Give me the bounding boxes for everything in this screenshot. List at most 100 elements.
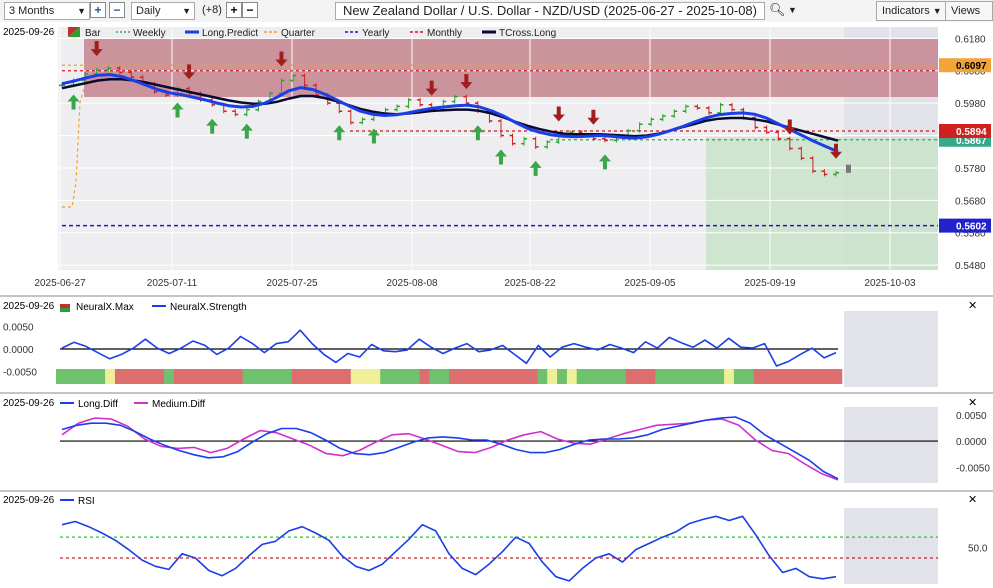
neural-max-bar — [232, 369, 243, 384]
chart-canvas[interactable]: 0.61800.60800.59800.58800.57800.56800.55… — [0, 22, 993, 588]
y-tick-label: 0.0000 — [956, 437, 987, 448]
neural-max-bar — [65, 369, 76, 384]
legend-label: Quarter — [281, 28, 316, 39]
x-tick-label: 2025-09-19 — [744, 278, 796, 289]
x-tick-label: 2025-08-08 — [386, 278, 438, 289]
y-tick-label: 0.5680 — [955, 196, 986, 207]
neural-max-bar — [684, 369, 695, 384]
zoom-in-button[interactable]: + — [90, 2, 106, 18]
neural-max-bar — [399, 369, 410, 384]
y-tick-label: 0.5780 — [955, 164, 986, 175]
neural-max-bar — [527, 369, 538, 384]
chevron-down-icon[interactable]: ▼ — [788, 5, 797, 15]
neural-max-bar — [596, 369, 607, 384]
neural-max-bar — [439, 369, 450, 384]
views-button[interactable]: Views ▼ — [945, 1, 993, 34]
neural-max-bar — [704, 369, 715, 384]
interval-label: Daily — [136, 5, 161, 17]
neural-max-bar — [616, 369, 627, 384]
neural-max-bar — [370, 369, 381, 384]
range-label: 3 Months — [9, 5, 55, 17]
quarter-price-label: 0.6097 — [956, 61, 987, 72]
neural-max-bar — [665, 369, 676, 384]
neural-max-bar — [291, 369, 302, 384]
legend-label: Weekly — [133, 28, 166, 39]
close-icon[interactable]: ✕ — [968, 300, 977, 312]
chevron-down-icon: ▼ — [77, 6, 86, 16]
neural-max-bar — [783, 369, 794, 384]
neural-max-bar — [792, 369, 803, 384]
y-tick-label: 0.5480 — [955, 261, 986, 272]
close-icon[interactable]: ✕ — [968, 397, 977, 409]
neural-max-bar — [449, 369, 460, 384]
neural-max-bar — [724, 369, 735, 384]
neural-max-bar — [802, 369, 813, 384]
search-icon[interactable]: 🔍︎ — [769, 2, 786, 18]
neural-max-bar — [488, 369, 499, 384]
offset-minus-button[interactable]: − — [242, 2, 258, 18]
neural-max-bar — [380, 369, 391, 384]
neural-max-bar — [311, 369, 322, 384]
chevron-down-icon: ▼ — [182, 6, 191, 16]
legend-label: Yearly — [362, 28, 389, 39]
neural-max-bar — [429, 369, 440, 384]
price-pane[interactable]: 0.61800.60800.59800.58800.57800.56800.55… — [3, 27, 991, 289]
neural-max-bar — [272, 369, 283, 384]
neural-max-bar — [419, 369, 430, 384]
neural-max-bar — [173, 369, 185, 384]
forecast-bar — [846, 164, 851, 173]
neural-max-bar — [281, 369, 293, 384]
legend-label: Bar — [85, 28, 101, 39]
neural-max-bar — [714, 369, 725, 384]
neural-max-bar — [409, 369, 420, 384]
offset-label: (+8) — [202, 4, 222, 16]
neural-max-bar — [360, 369, 371, 384]
legend-label: Long.Predict — [202, 28, 258, 39]
y-tick-label: 0.0050 — [3, 323, 34, 334]
neural-max-bar — [822, 369, 833, 384]
neural-max-bar — [331, 369, 342, 384]
neural-max-bar — [812, 369, 823, 384]
x-tick-label: 2025-06-27 — [34, 278, 86, 289]
neural-max-bar — [390, 369, 401, 384]
legend-label: RSI — [78, 496, 95, 507]
neural-max-bar — [193, 369, 204, 384]
legend-label: Medium.Diff — [152, 399, 205, 410]
neural-max-bar — [56, 369, 67, 384]
neural-max-bar — [85, 369, 96, 384]
neural-max-bar — [213, 369, 224, 384]
neural-max-bar — [340, 369, 352, 384]
interval-select[interactable]: Daily ▼ — [131, 2, 195, 20]
neural-max-bar — [606, 369, 617, 384]
neural-max-bar — [458, 369, 469, 384]
neural-max-bar — [832, 369, 843, 384]
neural-max-bar — [350, 369, 361, 384]
neural-max-bar — [105, 369, 116, 384]
range-select[interactable]: 3 Months ▼ — [4, 2, 90, 20]
close-icon[interactable]: ✕ — [968, 494, 977, 506]
neural-max-bar — [144, 369, 155, 384]
instrument-title[interactable]: New Zealand Dollar / U.S. Dollar - NZD/U… — [335, 2, 765, 20]
neural-max-bar — [262, 369, 273, 384]
monthly-price-label: 0.5894 — [956, 127, 987, 138]
neural-max-bar — [134, 369, 145, 384]
offset-plus-button[interactable]: + — [226, 2, 242, 18]
neural-max-bar — [674, 369, 686, 384]
neural-max-bar — [164, 369, 175, 384]
indicators-button[interactable]: Indicators ▼ — [876, 1, 948, 21]
neural-max-bar — [763, 369, 774, 384]
legend-label: Monthly — [427, 28, 462, 39]
neural-max-bar — [498, 369, 509, 384]
neural-max-bar — [537, 369, 548, 384]
neural-max-bar — [124, 369, 135, 384]
forecast-region — [844, 508, 938, 584]
neural-pane-date: 2025-09-26 — [3, 301, 55, 312]
neural-max-bar — [478, 369, 489, 384]
neural-max-bar — [557, 369, 568, 384]
neural-max-bar — [625, 369, 636, 384]
diff-pane-date: 2025-09-26 — [3, 398, 55, 409]
y-tick-label: 50.0 — [968, 544, 988, 555]
neural-max-bar — [566, 369, 578, 384]
zoom-out-button[interactable]: − — [109, 2, 125, 18]
chevron-down-icon: ▼ — [932, 6, 942, 16]
